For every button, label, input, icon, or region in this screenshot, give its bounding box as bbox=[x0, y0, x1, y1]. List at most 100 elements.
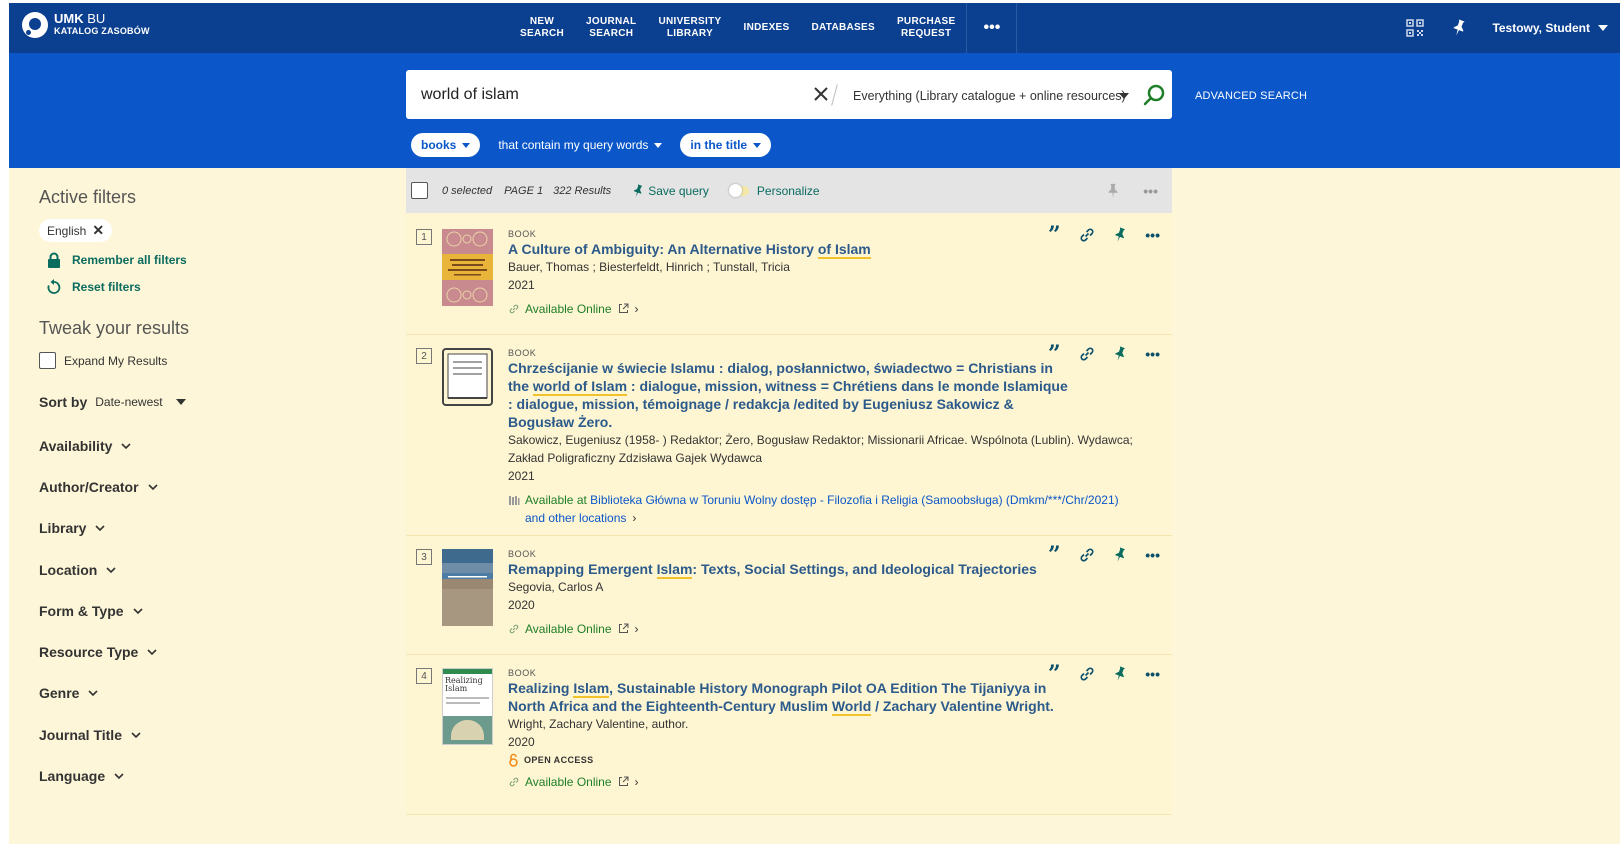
pin-icon[interactable] bbox=[1448, 17, 1470, 39]
facet-location[interactable]: Location bbox=[39, 549, 399, 590]
search-icon[interactable] bbox=[1142, 83, 1166, 107]
facet-author-creator[interactable]: Author/Creator bbox=[39, 466, 399, 507]
pin-icon[interactable] bbox=[1112, 666, 1128, 682]
expand-results-option[interactable]: Expand My Results bbox=[39, 352, 399, 369]
qr-code-icon[interactable] bbox=[1404, 17, 1426, 39]
availability-link[interactable]: Available Online › bbox=[508, 620, 1128, 638]
nav-indexes[interactable]: INDEXES bbox=[732, 22, 800, 34]
cite-icon[interactable]: ” bbox=[1046, 343, 1062, 365]
availability-link[interactable]: Available at Biblioteka Główna w Toruniu… bbox=[508, 491, 1148, 527]
facet-form-type[interactable]: Form & Type bbox=[39, 590, 399, 631]
nav-new-search[interactable]: NEW SEARCH bbox=[509, 16, 575, 40]
link-icon bbox=[509, 777, 519, 787]
cite-icon[interactable]: ” bbox=[1046, 224, 1062, 246]
chevron-down-icon bbox=[132, 608, 143, 614]
nav-more-button[interactable]: ••• bbox=[967, 19, 1016, 37]
permalink-icon[interactable] bbox=[1079, 346, 1095, 362]
chevron-right-icon: › bbox=[634, 302, 639, 316]
facet-library[interactable]: Library bbox=[39, 508, 399, 549]
select-all-checkbox[interactable] bbox=[411, 182, 428, 199]
external-link-icon bbox=[618, 776, 629, 786]
search-box: world of islam Everything (Library catal… bbox=[406, 70, 1172, 119]
nav-journal-search[interactable]: JOURNAL SEARCH bbox=[575, 16, 647, 40]
top-right-tools: Testowy, Student bbox=[1404, 3, 1620, 53]
pin-icon[interactable] bbox=[1112, 227, 1128, 243]
location-link[interactable]: Biblioteka Główna w Toruniu Wolny dostęp… bbox=[590, 493, 1118, 507]
result-number: 1 bbox=[416, 229, 432, 245]
reset-filters-button[interactable]: Reset filters bbox=[39, 277, 399, 296]
facet-availability[interactable]: Availability bbox=[39, 425, 399, 466]
availability-link[interactable]: Available Online › bbox=[508, 300, 1128, 318]
pin-icon bbox=[634, 183, 643, 197]
permalink-icon[interactable] bbox=[1079, 227, 1095, 243]
clear-search-icon[interactable] bbox=[811, 84, 831, 104]
book-cover-image[interactable]: Realizing Islam bbox=[442, 668, 493, 745]
query-match-dropdown[interactable]: that contain my query words bbox=[480, 138, 680, 152]
chevron-down-icon[interactable] bbox=[175, 399, 186, 405]
personalize-toggle[interactable] bbox=[728, 183, 749, 197]
facet-language[interactable]: Language bbox=[39, 755, 399, 796]
pin-icon[interactable] bbox=[1112, 346, 1128, 362]
chevron-down-icon bbox=[114, 773, 124, 780]
chevron-down-icon bbox=[753, 142, 762, 148]
scope-caret-icon[interactable] bbox=[1119, 93, 1129, 99]
facet-resource-type[interactable]: Resource Type bbox=[39, 631, 399, 672]
more-actions-button[interactable]: ••• bbox=[1145, 548, 1160, 562]
expand-results-checkbox[interactable] bbox=[39, 352, 56, 369]
advanced-search-link[interactable]: ADVANCED SEARCH bbox=[1195, 90, 1307, 102]
open-lock-icon bbox=[509, 753, 518, 767]
sort-select[interactable]: Date-newest bbox=[95, 395, 162, 409]
result-authors: Wright, Zachary Valentine, author. bbox=[508, 717, 689, 731]
remember-filters-button[interactable]: Remember all filters bbox=[39, 250, 399, 269]
user-menu[interactable]: Testowy, Student bbox=[1492, 21, 1590, 35]
book-cover-image[interactable] bbox=[442, 229, 493, 306]
more-actions-button[interactable]: ••• bbox=[1145, 667, 1160, 681]
chevron-down-icon bbox=[462, 142, 471, 148]
save-query-button[interactable]: Save query bbox=[631, 184, 709, 198]
result-item[interactable]: 3 BOOK Remapping Emergent Islam: Texts, … bbox=[406, 536, 1172, 655]
nav-purchase-request[interactable]: PURCHASE REQUEST bbox=[886, 16, 967, 40]
more-actions-button[interactable]: ••• bbox=[1145, 228, 1160, 242]
book-cover-image[interactable] bbox=[442, 549, 493, 626]
nav-databases[interactable]: DATABASES bbox=[801, 22, 886, 34]
facet-genre[interactable]: Genre bbox=[39, 673, 399, 714]
active-filter-chip[interactable]: English ✕ bbox=[39, 219, 113, 242]
result-authors: Bauer, Thomas ; Biesterfeldt, Hinrich ; … bbox=[508, 260, 790, 274]
user-menu-caret-icon[interactable] bbox=[1598, 25, 1608, 31]
pin-icon[interactable] bbox=[1112, 547, 1128, 563]
more-actions-button[interactable]: ••• bbox=[1145, 347, 1160, 361]
link-icon bbox=[509, 624, 519, 634]
cite-icon[interactable]: ” bbox=[1046, 544, 1062, 566]
other-locations-link[interactable]: and other locations bbox=[525, 511, 626, 525]
book-placeholder-icon[interactable] bbox=[442, 348, 493, 406]
nav-university-library[interactable]: UNIVERSITY LIBRARY bbox=[647, 16, 732, 40]
permalink-icon[interactable] bbox=[1079, 547, 1095, 563]
personalize-label[interactable]: Personalize bbox=[757, 184, 820, 198]
permalink-icon[interactable] bbox=[1079, 666, 1095, 682]
result-title[interactable]: Chrześcijanie w świecie Islamu : dialog,… bbox=[508, 359, 1148, 431]
chevron-down-icon bbox=[95, 525, 106, 532]
search-scope-select[interactable]: Everything (Library catalogue + online r… bbox=[853, 89, 1126, 103]
link-icon bbox=[509, 304, 519, 314]
result-item[interactable]: 2 BOOK Chrześcijanie w świecie Islamu : … bbox=[406, 335, 1172, 536]
logo[interactable]: UMK BU KATALOG ZASOBÓW bbox=[22, 12, 150, 38]
lock-icon bbox=[46, 252, 62, 268]
result-title[interactable]: Realizing Islam, Sustainable History Mon… bbox=[508, 679, 1128, 716]
main-nav: NEW SEARCH JOURNAL SEARCH UNIVERSITY LIBRAR… bbox=[509, 3, 1018, 53]
cite-icon[interactable]: ” bbox=[1046, 663, 1062, 685]
search-field-dropdown[interactable]: in the title bbox=[680, 133, 772, 157]
pin-icon[interactable] bbox=[1105, 183, 1121, 199]
sort-control[interactable]: Sort by Date-newest bbox=[39, 394, 399, 410]
result-year: 2020 bbox=[508, 598, 535, 612]
material-type-dropdown[interactable]: books bbox=[411, 133, 481, 157]
sort-label: Sort by bbox=[39, 394, 88, 410]
toolbar-more-button[interactable]: ••• bbox=[1143, 183, 1158, 199]
availability-link[interactable]: Available Online › bbox=[508, 773, 1128, 791]
search-input[interactable]: world of islam bbox=[421, 86, 519, 104]
remove-filter-icon[interactable]: ✕ bbox=[92, 222, 104, 239]
active-filters-heading: Active filters bbox=[39, 187, 137, 207]
result-item[interactable]: 4 Realizing Islam BOOK Realizing Islam, … bbox=[406, 655, 1172, 815]
result-item[interactable]: 1 BOOK A Culture of Ambiguity: An Altern… bbox=[406, 213, 1172, 335]
chevron-down-icon bbox=[147, 649, 157, 656]
facet-journal-title[interactable]: Journal Title bbox=[39, 714, 399, 755]
